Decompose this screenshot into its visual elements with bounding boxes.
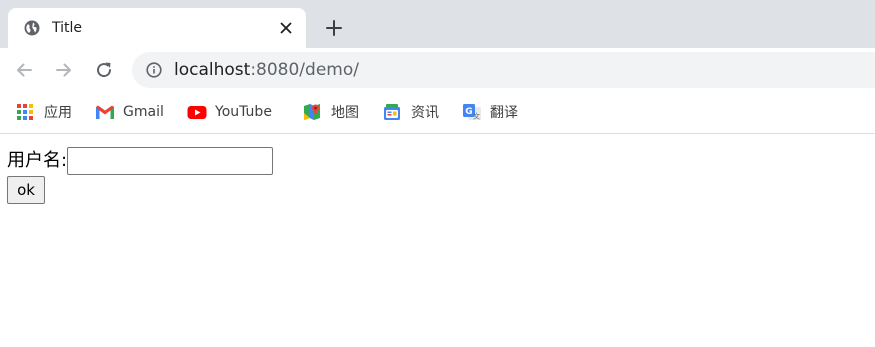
toolbar: localhost:8080/demo/ bbox=[0, 48, 875, 92]
reload-icon[interactable] bbox=[92, 58, 116, 82]
username-label: 用户名: bbox=[7, 150, 68, 171]
address-bar[interactable]: localhost:8080/demo/ bbox=[132, 52, 875, 88]
username-row: 用户名: bbox=[7, 146, 868, 176]
globe-icon bbox=[24, 20, 40, 36]
bookmark-label: YouTube bbox=[215, 104, 272, 120]
tab-title: Title bbox=[52, 20, 83, 36]
bookmark-maps[interactable]: 地图 bbox=[303, 101, 359, 123]
bookmark-label: 资讯 bbox=[411, 105, 439, 121]
svg-text:文: 文 bbox=[473, 112, 480, 121]
arrow-left-icon[interactable] bbox=[12, 58, 36, 82]
bookmark-label: 应用 bbox=[44, 105, 72, 121]
bookmark-label: Gmail bbox=[123, 104, 164, 120]
url-host: localhost bbox=[174, 60, 251, 80]
ok-button[interactable]: ok bbox=[7, 176, 45, 204]
url-path: :8080/demo/ bbox=[250, 60, 359, 80]
arrow-right-icon[interactable] bbox=[52, 58, 76, 82]
bookmark-apps[interactable]: 应用 bbox=[16, 101, 72, 123]
bookmark-translate[interactable]: G 文 翻译 bbox=[462, 101, 518, 123]
page-content: 用户名: ok bbox=[0, 134, 875, 204]
bookmark-label: 地图 bbox=[331, 105, 359, 121]
gmail-icon bbox=[95, 103, 114, 121]
translate-icon: G 文 bbox=[462, 103, 481, 121]
bookmarks-bar: 应用 Gmail YouTube 地图 资讯 G 文 翻译 bbox=[0, 92, 875, 134]
username-input[interactable] bbox=[67, 147, 274, 175]
bookmark-youtube[interactable]: YouTube bbox=[187, 101, 272, 123]
news-icon bbox=[383, 103, 401, 121]
login-form: 用户名: ok bbox=[7, 146, 868, 204]
tab-active[interactable]: Title bbox=[8, 8, 306, 48]
apps-grid-icon bbox=[16, 103, 34, 121]
info-icon[interactable] bbox=[146, 62, 162, 78]
bookmark-label: 翻译 bbox=[490, 105, 518, 121]
plus-icon[interactable] bbox=[322, 16, 346, 40]
bookmark-news[interactable]: 资讯 bbox=[383, 101, 439, 123]
youtube-icon bbox=[187, 103, 207, 121]
url-text: localhost:8080/demo/ bbox=[174, 60, 359, 80]
browser-chrome: Title localhost:8080/demo/ 应用 Gmail YouT… bbox=[0, 0, 875, 134]
svg-text:G: G bbox=[465, 107, 472, 117]
tab-strip: Title bbox=[0, 0, 875, 48]
bookmark-gmail[interactable]: Gmail bbox=[95, 101, 164, 123]
submit-row: ok bbox=[7, 176, 868, 204]
close-icon[interactable] bbox=[276, 18, 296, 38]
maps-icon bbox=[303, 103, 321, 121]
